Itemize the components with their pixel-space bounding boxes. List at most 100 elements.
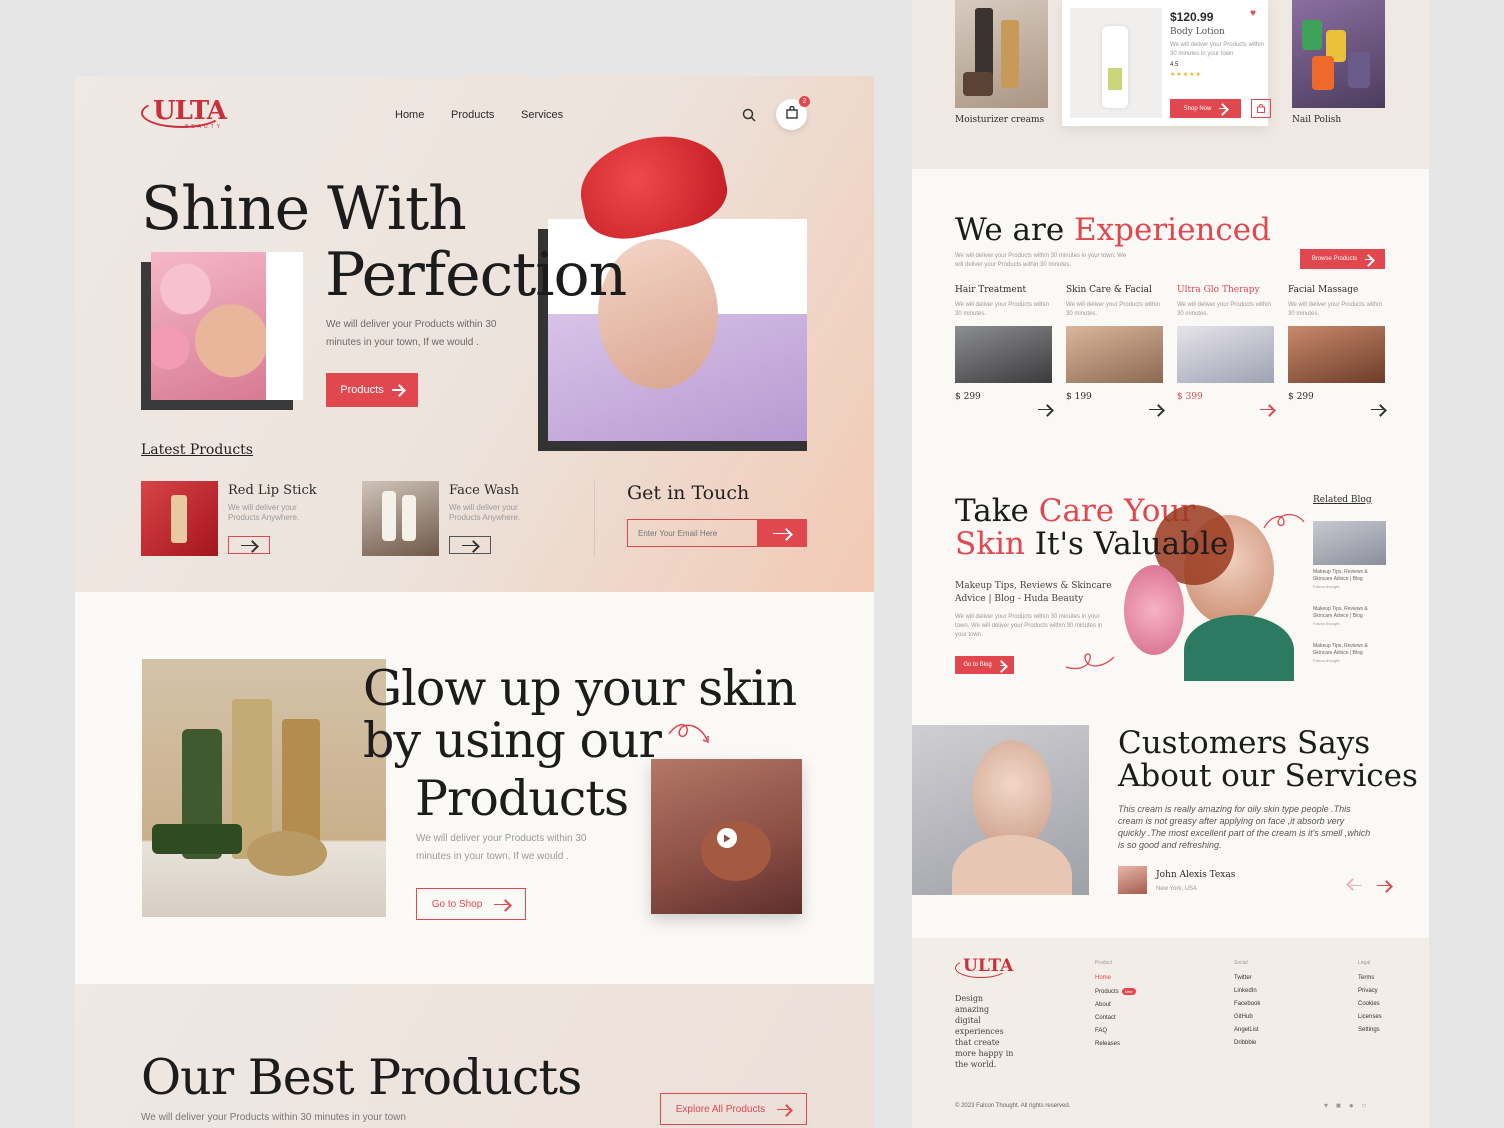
featured-desc: We will deliver your Products within 30 … (1170, 42, 1264, 57)
go-to-blog-button[interactable]: Go to Blog (955, 656, 1014, 674)
new-badge: New (1121, 988, 1136, 995)
prev-arrow-icon[interactable] (1348, 873, 1362, 891)
footer-link-label: About (1095, 1002, 1111, 1008)
service-name: Ultra Glo Therapy (1177, 285, 1260, 295)
shop-now-label: Shop Now (1183, 105, 1212, 112)
footer-link[interactable]: Cookies (1358, 998, 1429, 1011)
subscribe-button[interactable] (757, 519, 807, 547)
footer-link-label: Home (1095, 975, 1112, 981)
twitter-icon[interactable]: ▾ (1324, 1101, 1328, 1110)
footer-link[interactable]: Terms (1358, 972, 1429, 985)
footer-link[interactable]: About (1095, 999, 1185, 1012)
email-input[interactable] (628, 520, 757, 546)
shop-now-button[interactable]: Shop Now (1170, 99, 1241, 118)
footer-link-label: Licenses (1358, 1014, 1382, 1020)
footer-column-title: Social (1234, 960, 1248, 966)
divider (594, 481, 595, 556)
service-card[interactable]: Ultra Glo Therapy We will deliver your P… (1177, 285, 1274, 410)
play-icon[interactable] (717, 828, 737, 848)
footer-column: Social Twitter LinkedIn Facebook GitHub Angel… (1234, 960, 1324, 1050)
care-subtitle: Makeup Tips, Reviews & Skincare Advice |… (955, 581, 1112, 604)
linkedin-icon[interactable]: ■ (1336, 1101, 1341, 1110)
facebook-icon[interactable]: ● (1349, 1101, 1354, 1110)
service-card[interactable]: Skin Care & Facial We will deliver your … (1066, 285, 1163, 410)
footer-link[interactable]: Facebook (1234, 998, 1324, 1011)
cart-button[interactable]: 2 (776, 96, 810, 130)
products-button[interactable]: Products (326, 373, 418, 407)
go-to-blog-label: Go to Blog (963, 662, 992, 668)
explore-all-products-button[interactable]: Explore All Products (660, 1093, 807, 1125)
footer-link[interactable]: Contact (1095, 1012, 1185, 1025)
related-blog-item[interactable]: Makeup Tips, Reviews & Skincare Advice |… (1313, 572, 1386, 626)
footer-link-label: Settings (1358, 1027, 1380, 1033)
footer-link[interactable]: LinkedIn (1234, 985, 1324, 998)
explore-all-label: Explore All Products (675, 1103, 766, 1115)
footer-link[interactable]: FAQ (1095, 1025, 1185, 1038)
nav-products[interactable]: Products (451, 109, 494, 121)
latest-product-arrow-button[interactable] (228, 536, 270, 554)
service-name: Hair Treatment (955, 285, 1027, 295)
best-products-section: Our Best Products We will deliver your P… (75, 984, 874, 1128)
footer-link[interactable]: Products New (1095, 985, 1185, 999)
facial-treatment-video[interactable] (651, 759, 802, 914)
latest-product-name: Face Wash (449, 483, 520, 498)
footer-column-title: Product (1095, 960, 1113, 966)
arrow-right-icon (1219, 108, 1228, 109)
face-wash-image (362, 481, 439, 556)
care-title-a: Take (955, 493, 1039, 529)
featured-product-card[interactable]: $120.99 ♥ Body Lotion We will deliver yo… (1062, 0, 1271, 126)
experienced-title: We are Experienced (955, 212, 1271, 248)
latest-product-card[interactable]: Face Wash We will deliver your Products … (362, 481, 562, 556)
footer-link-label: Twitter (1234, 975, 1252, 981)
arrow-right-icon[interactable] (1038, 397, 1052, 415)
care-title-d: It's Valuable (1024, 526, 1229, 562)
care-title-c: Skin (955, 526, 1025, 562)
glow-section: Glow up your skin by using our Products … (75, 592, 874, 984)
footer-link[interactable]: Home (1095, 972, 1185, 985)
logo[interactable]: ULTA BEAUTY (141, 96, 231, 134)
reviewer-name: John Alexis Texas (1156, 870, 1236, 880)
cart-icon[interactable] (1251, 99, 1271, 118)
nav-services[interactable]: Services (521, 109, 563, 121)
products-button-label: Products (340, 384, 384, 396)
nav-home[interactable]: Home (395, 109, 424, 121)
care-title-line2: Skin It's Valuable (955, 526, 1228, 562)
footer-link[interactable]: Privacy (1358, 985, 1429, 998)
go-to-shop-button[interactable]: Go to Shop (416, 888, 526, 920)
footer-link[interactable]: GitHub (1234, 1011, 1324, 1024)
browse-products-button[interactable]: Browse Products (1300, 249, 1385, 269)
footer-link[interactable]: AngelList (1234, 1024, 1324, 1037)
blog-text: Makeup Tips, Reviews & Skincare Advice |… (1313, 643, 1368, 656)
service-card[interactable]: Hair Treatment We will deliver your Prod… (955, 285, 1052, 410)
footer-link-label: Terms (1358, 975, 1375, 981)
blog-author: Falcon thought (1313, 658, 1340, 663)
search-icon[interactable] (742, 108, 756, 122)
heart-icon[interactable]: ♥ (1250, 8, 1256, 19)
footer-link[interactable]: Dribbble (1234, 1037, 1324, 1050)
email-field[interactable] (627, 519, 757, 547)
arrow-right-icon[interactable] (1371, 397, 1385, 415)
footer-link[interactable]: Twitter (1234, 972, 1324, 985)
left-panel: ULTA BEAUTY Home Products Services 2 Shi… (75, 76, 874, 1128)
footer-link[interactable]: Settings (1358, 1024, 1429, 1037)
blog-thumbnail (1313, 521, 1386, 565)
service-price: $ 299 (955, 392, 981, 402)
latest-product-card[interactable]: Red Lip Stick We will deliver your Produ… (141, 481, 341, 556)
related-blog-item[interactable]: Makeup Tips, Reviews & Skincare Advice |… (1313, 609, 1386, 663)
featured-rating: 4.5 (1170, 62, 1179, 68)
latest-product-arrow-button[interactable] (449, 536, 491, 554)
service-price: $ 399 (1177, 392, 1203, 402)
swirl-decoration-icon (1262, 510, 1306, 530)
github-icon[interactable]: ○ (1362, 1101, 1367, 1110)
related-blog-title[interactable]: Related Blog (1313, 495, 1372, 505)
glow-title-line1: Glow up your skin (363, 660, 797, 717)
shopping-bag-icon (785, 105, 798, 124)
service-name: Skin Care & Facial (1066, 285, 1152, 295)
arrow-right-icon[interactable] (1260, 397, 1274, 415)
arrow-right-icon[interactable] (1149, 397, 1163, 415)
footer-logo[interactable]: ULTA (955, 956, 1015, 980)
footer-link[interactable]: Licenses (1358, 1011, 1429, 1024)
footer-link[interactable]: Releases (1095, 1038, 1185, 1051)
next-arrow-icon[interactable] (1377, 873, 1391, 891)
service-card[interactable]: Facial Massage We will deliver your Prod… (1288, 285, 1385, 410)
